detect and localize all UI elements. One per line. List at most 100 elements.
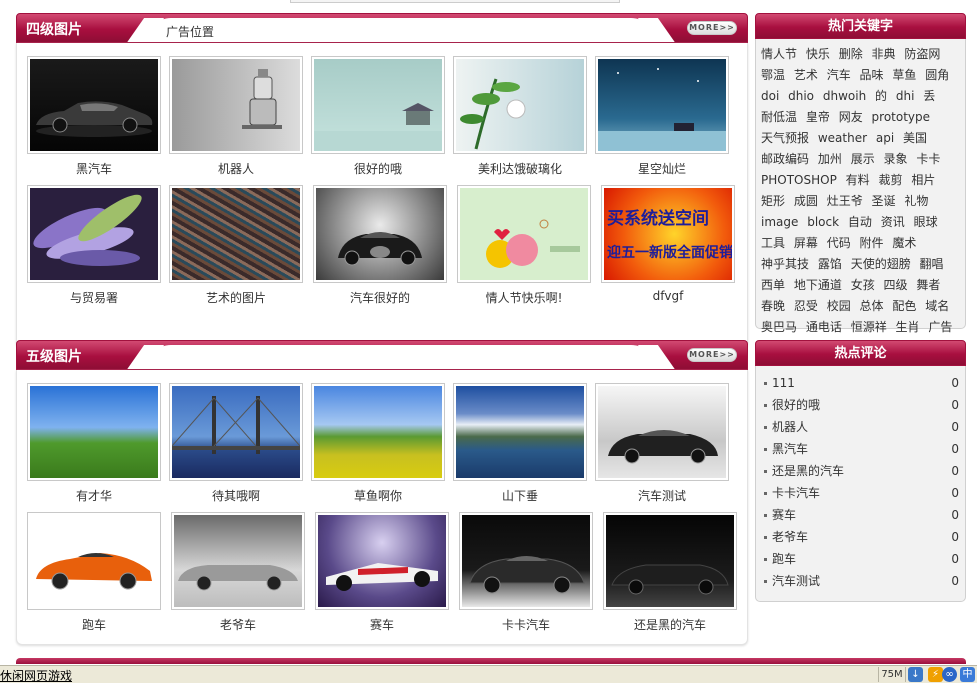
gallery-item[interactable]: 卡卡汽车 xyxy=(459,512,593,633)
thumb-caption[interactable]: 汽车测试 xyxy=(595,487,729,504)
thumb-landscape-hut[interactable] xyxy=(311,56,445,154)
keyword-link[interactable]: doi xyxy=(761,89,779,103)
thumb-caption[interactable]: 星空灿烂 xyxy=(595,160,729,177)
gallery-item[interactable]: 很好的哦 xyxy=(311,56,445,177)
keyword-link[interactable]: 地下通道 xyxy=(794,278,842,292)
keyword-link[interactable]: 配色 xyxy=(892,299,916,313)
comment-title[interactable]: 很好的哦 xyxy=(772,398,820,412)
thumb-valentine-cartoon[interactable] xyxy=(457,185,591,283)
list-item[interactable]: 汽车测试 0 xyxy=(762,570,959,592)
thumb-caption[interactable]: 跑车 xyxy=(27,616,161,633)
keyword-link[interactable]: 圆角 xyxy=(925,68,949,82)
keyword-link[interactable]: 草鱼 xyxy=(892,68,916,82)
keyword-link[interactable]: 圣诞 xyxy=(872,194,896,208)
keyword-link[interactable]: 魔术 xyxy=(892,236,916,250)
keyword-link[interactable]: 资讯 xyxy=(881,215,905,229)
keyword-link[interactable]: image xyxy=(761,215,798,229)
keyword-link[interactable]: dhi xyxy=(896,89,915,103)
comment-title[interactable]: 卡卡汽车 xyxy=(772,486,820,500)
keyword-link[interactable]: dhio xyxy=(788,89,814,103)
keyword-link[interactable]: 裁剪 xyxy=(878,173,902,187)
thumb-caption[interactable]: 有才华 xyxy=(27,487,161,504)
thumb-plant[interactable] xyxy=(453,56,587,154)
gallery-item[interactable]: 有才华 xyxy=(27,383,161,504)
lightning-icon[interactable]: ⚡ xyxy=(928,667,943,682)
keyword-link[interactable]: 忍受 xyxy=(794,299,818,313)
thumb-caption[interactable]: 老爷车 xyxy=(171,616,305,633)
gallery-item[interactable]: 与贸易署 xyxy=(27,185,161,306)
thumb-black-sportscar[interactable] xyxy=(459,512,593,610)
list-item[interactable]: 跑车 0 xyxy=(762,548,959,570)
gallery-item[interactable]: 山下垂 xyxy=(453,383,587,504)
keyword-link[interactable]: 矩形 xyxy=(761,194,785,208)
gallery-item[interactable]: 黑汽车 xyxy=(27,56,161,177)
keyword-link[interactable]: 代码 xyxy=(827,236,851,250)
thumb-caption[interactable]: 与贸易署 xyxy=(27,289,161,306)
gallery-item[interactable]: 美利达饿破璃化 xyxy=(453,56,587,177)
gallery-item[interactable]: 待其哦啊 xyxy=(169,383,303,504)
keyword-link[interactable]: 礼物 xyxy=(904,194,928,208)
thumb-bridge[interactable] xyxy=(169,383,303,481)
list-item[interactable]: 还是黑的汽车 0 xyxy=(762,460,959,482)
keyword-link[interactable]: 女孩 xyxy=(851,278,875,292)
thumb-sports-car[interactable] xyxy=(313,185,447,283)
comment-title[interactable]: 赛车 xyxy=(772,508,796,522)
gallery-item[interactable]: 赛车 xyxy=(315,512,449,633)
keyword-link[interactable]: 汽车 xyxy=(827,68,851,82)
keyword-link[interactable]: 网友 xyxy=(839,110,863,124)
thumb-caption[interactable]: 艺术的图片 xyxy=(169,289,303,306)
browser-logo-icon[interactable]: ∞ xyxy=(942,667,957,682)
thumb-caption[interactable]: 草鱼啊你 xyxy=(311,487,445,504)
keyword-link[interactable]: 广告 xyxy=(928,320,952,334)
keyword-link[interactable]: 屏幕 xyxy=(794,236,818,250)
thumb-mountain-lake[interactable] xyxy=(453,383,587,481)
keyword-link[interactable]: 录象 xyxy=(884,152,908,166)
thumb-dark-car[interactable] xyxy=(603,512,737,610)
more-button[interactable]: MORE>> xyxy=(687,21,737,35)
thumb-caption[interactable]: 赛车 xyxy=(315,616,449,633)
keyword-link[interactable]: 四级 xyxy=(884,278,908,292)
keyword-link[interactable]: 恒源祥 xyxy=(851,320,887,334)
comment-title[interactable]: 跑车 xyxy=(772,552,796,566)
gallery-item[interactable]: 汽车很好的 xyxy=(313,185,447,306)
keyword-link[interactable]: 域名 xyxy=(925,299,949,313)
thumb-caption[interactable]: 汽车很好的 xyxy=(313,289,447,306)
keyword-link[interactable]: 生肖 xyxy=(896,320,920,334)
keyword-link[interactable]: 耐低温 xyxy=(761,110,797,124)
thumb-starry-sky[interactable] xyxy=(595,56,729,154)
keyword-link[interactable]: 附件 xyxy=(860,236,884,250)
list-item[interactable]: 卡卡汽车 0 xyxy=(762,482,959,504)
thumb-car-garage[interactable] xyxy=(595,383,729,481)
keyword-link[interactable]: 成圆 xyxy=(794,194,818,208)
status-link[interactable]: 休闲网页游戏 xyxy=(0,667,72,683)
keyword-link[interactable]: 卡卡 xyxy=(916,152,940,166)
keyword-link[interactable]: 舞者 xyxy=(916,278,940,292)
thumb-black-car[interactable] xyxy=(27,56,161,154)
thumb-art-lines[interactable] xyxy=(169,185,303,283)
keyword-link[interactable]: 展示 xyxy=(851,152,875,166)
keyword-link[interactable]: 天气预报 xyxy=(761,131,809,145)
keyword-link[interactable]: 春晚 xyxy=(761,299,785,313)
list-item[interactable]: 机器人 0 xyxy=(762,416,959,438)
comment-title[interactable]: 汽车测试 xyxy=(772,574,820,588)
list-item[interactable]: 111 0 xyxy=(762,372,959,394)
thumb-caption[interactable]: 还是黑的汽车 xyxy=(603,616,737,633)
list-item[interactable]: 黑汽车 0 xyxy=(762,438,959,460)
keyword-link[interactable]: 丢 xyxy=(923,89,935,103)
status-zoom-indicator[interactable]: 75M xyxy=(878,667,906,682)
comment-title[interactable]: 黑汽车 xyxy=(772,442,808,456)
keyword-link[interactable]: 灶王爷 xyxy=(827,194,863,208)
thumb-caption[interactable]: 很好的哦 xyxy=(311,160,445,177)
keyword-link[interactable]: 邮政编码 xyxy=(761,152,809,166)
list-item[interactable]: 赛车 0 xyxy=(762,504,959,526)
download-icon[interactable]: ↓ xyxy=(908,667,923,682)
comment-title[interactable]: 111 xyxy=(772,376,795,390)
list-item[interactable]: 老爷车 0 xyxy=(762,526,959,548)
keyword-link[interactable]: 自动 xyxy=(848,215,872,229)
keyword-link[interactable]: 快乐 xyxy=(806,47,830,61)
thumb-caption[interactable]: 山下垂 xyxy=(453,487,587,504)
keyword-link[interactable]: 鄂温 xyxy=(761,68,785,82)
keyword-link[interactable]: dhwoih xyxy=(823,89,866,103)
gallery-item[interactable]: 汽车测试 xyxy=(595,383,729,504)
gallery-item[interactable]: 情人节快乐啊! xyxy=(457,185,591,306)
